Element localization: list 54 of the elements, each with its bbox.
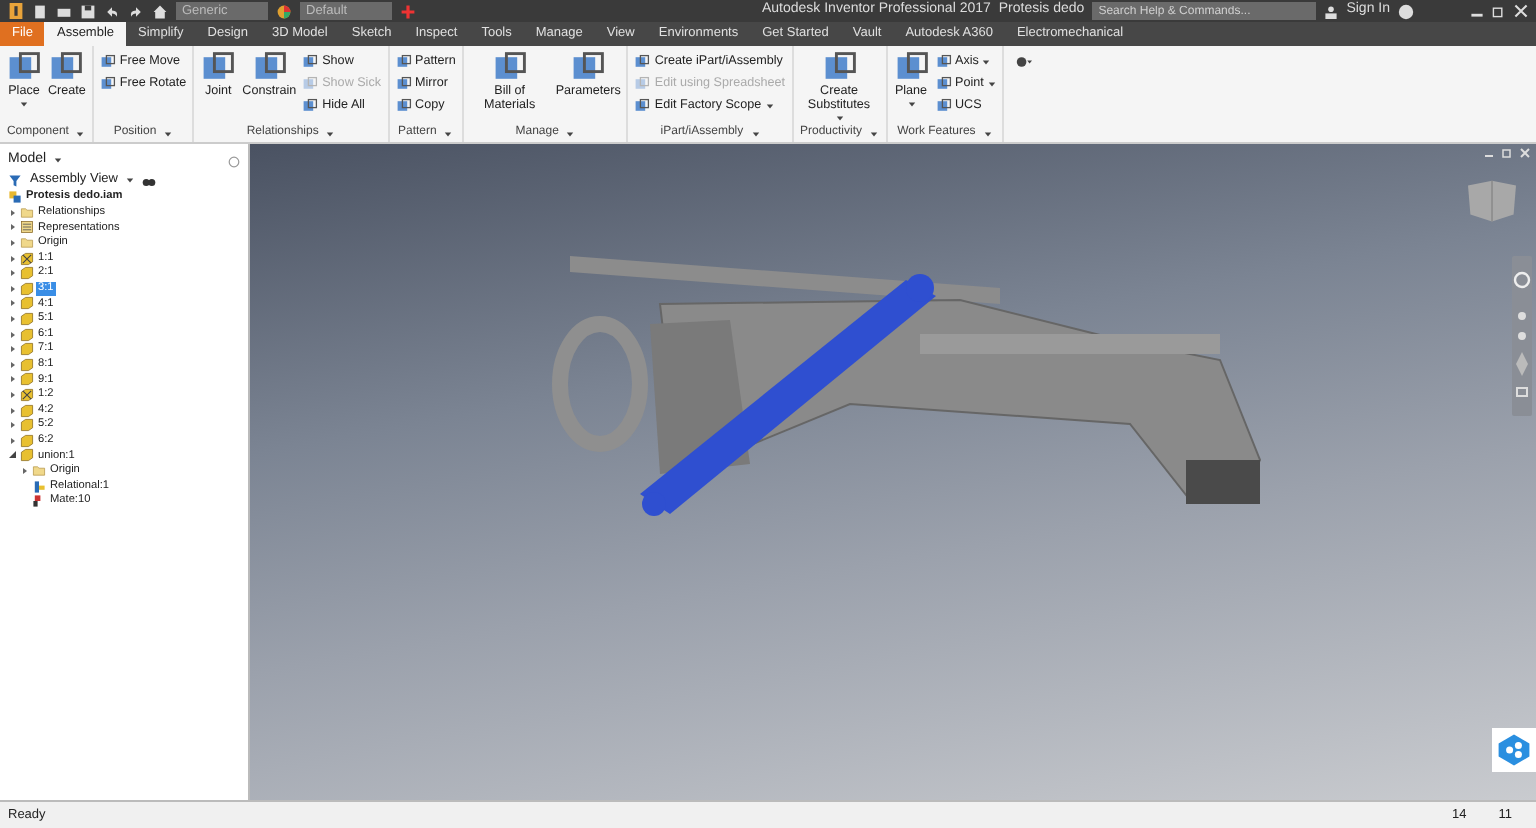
caret-icon xyxy=(125,176,134,184)
caret-icon xyxy=(326,129,335,137)
plus-icon[interactable] xyxy=(400,3,416,19)
collapse-arrow-icon[interactable] xyxy=(8,450,18,461)
folder-icon[interactable] xyxy=(56,3,72,19)
grounded-part-icon xyxy=(20,388,34,403)
expand-arrow-icon[interactable] xyxy=(8,435,18,446)
expand-arrow-icon[interactable] xyxy=(8,238,18,249)
constraint-icon xyxy=(32,494,46,509)
undo-icon[interactable] xyxy=(104,3,120,19)
folder-icon xyxy=(20,236,34,251)
caret-icon xyxy=(444,129,453,137)
joint-icon xyxy=(32,479,46,494)
redo-icon[interactable] xyxy=(128,3,144,19)
expand-arrow-icon[interactable] xyxy=(8,207,18,218)
expand-arrow-icon[interactable] xyxy=(8,344,18,355)
caret-icon xyxy=(870,129,878,137)
close-icon[interactable] xyxy=(1514,4,1528,18)
assembly-icon xyxy=(8,190,22,205)
representations-icon xyxy=(20,220,34,235)
caret-icon xyxy=(983,129,992,137)
expand-arrow-icon[interactable] xyxy=(8,283,18,294)
dropdown-button-icon[interactable] xyxy=(1011,54,1036,70)
caret-icon xyxy=(76,129,85,137)
home-icon[interactable] xyxy=(152,3,168,19)
expand-arrow-icon[interactable] xyxy=(8,390,18,401)
expand-arrow-icon[interactable] xyxy=(8,359,18,370)
expand-arrow-icon[interactable] xyxy=(8,268,18,279)
app-logo-icon[interactable] xyxy=(8,2,24,20)
navigation-bar-icon[interactable] xyxy=(1512,256,1532,416)
caret-icon xyxy=(54,156,63,165)
expand-arrow-icon[interactable] xyxy=(8,405,18,416)
grounded-part-icon xyxy=(20,251,34,266)
binoculars-icon[interactable] xyxy=(141,173,156,187)
expand-arrow-icon[interactable] xyxy=(8,253,18,264)
caret-icon xyxy=(751,129,760,137)
expand-arrow-icon[interactable] xyxy=(8,420,18,431)
expand-arrow-icon[interactable] xyxy=(8,374,18,385)
user-icon xyxy=(1324,3,1339,19)
color-wheel-icon[interactable] xyxy=(276,3,292,19)
expand-arrow-icon[interactable] xyxy=(8,222,18,233)
caret-icon xyxy=(566,129,575,137)
expand-arrow-icon[interactable] xyxy=(8,329,18,340)
new-file-icon[interactable] xyxy=(32,3,48,19)
save-icon[interactable] xyxy=(80,3,96,19)
expand-arrow-icon[interactable] xyxy=(20,465,30,476)
caret-icon xyxy=(164,129,173,137)
restore-icon[interactable] xyxy=(1492,4,1506,18)
expand-arrow-icon[interactable] xyxy=(8,314,18,325)
folder-icon xyxy=(32,463,46,478)
filter-icon[interactable] xyxy=(8,173,22,187)
share-button-icon[interactable] xyxy=(1492,728,1536,772)
folder-icon xyxy=(20,205,34,220)
expand-arrow-icon[interactable] xyxy=(8,298,18,309)
